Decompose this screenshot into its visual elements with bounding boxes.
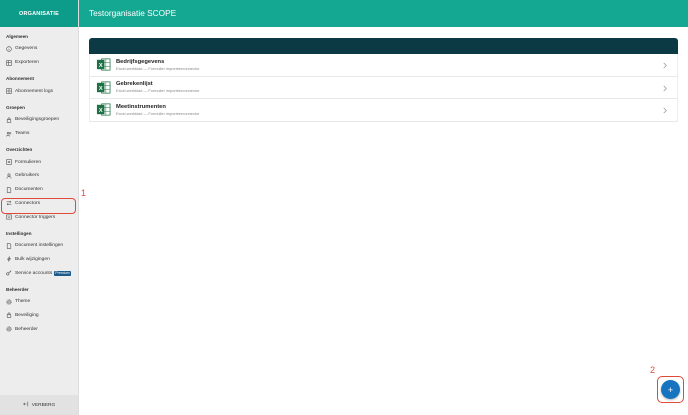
group-title: Abonnement: [6, 76, 35, 82]
document-icon: [6, 243, 12, 249]
group-title: Instellingen: [6, 230, 32, 236]
sidebar-item-label: Gebruikers: [15, 173, 39, 179]
connector-title: Meetinstrumenten: [116, 103, 166, 110]
plus-icon: +: [667, 384, 674, 395]
nav-group-beheerder: Beheerder Theme Beveiliging Beheerder: [0, 287, 78, 336]
group-title: Groepen: [6, 105, 25, 111]
sidebar-item-label: Beheerder: [15, 326, 38, 332]
sidebar-item-theme[interactable]: Theme: [6, 295, 78, 309]
premium-badge: Premium: [53, 270, 72, 276]
sidebar-item-label: Beveiliging: [15, 312, 39, 318]
add-connector-button[interactable]: +: [661, 380, 680, 399]
sidebar-item-beveiligingsgroepen[interactable]: Beveiligingsgroepen: [6, 113, 78, 127]
connector-title: Gebrekenlijst: [116, 81, 153, 88]
sidebar-item-label: Abonnement logs: [15, 88, 54, 94]
nav-group-algemeen: Algemeen Gegevens Exporteren: [0, 34, 78, 69]
chevron-right-icon: [663, 107, 667, 114]
sidebar-item-service-accounts[interactable]: Service accounts Premium: [6, 266, 78, 280]
excel-icon: X: [96, 81, 111, 94]
lock-icon: [6, 312, 12, 319]
sidebar-item-label: Connector triggers: [15, 214, 56, 220]
form-icon: [6, 159, 12, 165]
users-icon: [6, 131, 12, 137]
connector-list: X Bedrijfsgegevens Excel-werkblad — Form…: [89, 38, 678, 123]
sidebar-header-label: ORGANISATIE: [19, 10, 59, 17]
annotation-2: 2: [650, 365, 656, 375]
group-title: Algemeen: [6, 34, 28, 39]
sidebar-item-gegevens[interactable]: Gegevens: [6, 42, 78, 56]
sidebar-item-exporteren[interactable]: Exporteren: [6, 56, 78, 70]
excel-icon: X: [96, 58, 111, 71]
sidebar-item-beheerder[interactable]: Beheerder: [6, 322, 78, 336]
sidebar-item-label: Documenten: [15, 187, 43, 193]
sidebar-item-bulk-wijzigingen[interactable]: Bulk wijzigingen: [6, 253, 78, 267]
bolt-icon: [6, 256, 12, 263]
info-icon: [6, 46, 12, 52]
connector-subtitle: Excel-werkblad — Formulier importeerconn…: [116, 110, 200, 116]
lock-icon: [6, 117, 12, 123]
list-item[interactable]: X Gebrekenlijst Excel-werkblad — Formuli…: [89, 76, 678, 99]
connector-subtitle: Excel-werkblad — Formulier importeerconn…: [116, 88, 200, 94]
sidebar-header: ORGANISATIE: [0, 0, 78, 27]
nav-group-abonnement: Abonnement Abonnement logs: [0, 76, 78, 98]
nav-group-groepen: Groepen Beveiligingsgroepen Teams: [0, 105, 78, 140]
sidebar-item-label: Document instellingen: [15, 243, 64, 249]
sidebar-item-label: Theme: [15, 299, 31, 305]
chevron-right-icon: [663, 62, 667, 69]
table-icon: [6, 59, 12, 66]
sidebar-item-document-instellingen[interactable]: Document instellingen: [6, 239, 78, 253]
nav-group-instellingen: Instellingen Document instellingen Bulk …: [0, 231, 78, 280]
hide-sidebar-label: VERBERG: [31, 402, 56, 408]
sidebar-item-teams[interactable]: Teams: [6, 127, 78, 141]
connector-subtitle: Excel-werkblad — Formulier importeerconn…: [116, 65, 200, 71]
svg-text:X: X: [99, 86, 103, 92]
sidebar-item-abonnement-logs[interactable]: Abonnement logs: [6, 84, 78, 98]
sidebar-item-label: Beveiligingsgroepen: [15, 117, 60, 123]
excel-icon: X: [96, 103, 111, 116]
group-title: Beheerder: [6, 286, 29, 292]
svg-text:X: X: [99, 108, 103, 114]
sidebar-item-documenten[interactable]: Documenten: [6, 183, 78, 197]
chevron-right-icon: [663, 85, 667, 91]
sidebar-item-label: Exporteren: [15, 60, 39, 66]
gear-icon: [6, 299, 12, 305]
trigger-icon: [6, 214, 12, 220]
sidebar-item-label: Formulieren: [15, 159, 42, 165]
top-bar: Testorganisatie SCOPE: [79, 0, 688, 27]
sidebar-item-label: Service accounts: [15, 270, 53, 276]
user-icon: [6, 173, 12, 179]
sidebar-item-label: Teams: [15, 131, 30, 137]
sidebar-item-label: Gegevens: [15, 46, 38, 52]
connectors-highlight: [1, 198, 76, 214]
list-item[interactable]: X Meetinstrumenten Excel-werkblad — Form…: [89, 99, 678, 122]
hide-sidebar-button[interactable]: VERBERG: [0, 395, 78, 415]
list-header: [89, 38, 678, 54]
page-title: Testorganisatie SCOPE: [89, 8, 177, 18]
grid-icon: [6, 88, 12, 94]
sidebar-item-beveiliging[interactable]: Beveiliging: [6, 309, 78, 323]
collapse-icon: [22, 401, 32, 409]
connector-title: Bedrijfsgegevens: [116, 58, 165, 65]
annotation-1: 1: [81, 188, 87, 198]
sidebar-item-label: Bulk wijzigingen: [15, 256, 50, 262]
sidebar-item-formulieren[interactable]: Formulieren: [6, 155, 78, 169]
svg-text:X: X: [99, 63, 103, 69]
group-title: Overzichten: [6, 147, 33, 153]
key-icon: [6, 270, 12, 276]
gear-icon: [6, 326, 12, 332]
list-item[interactable]: X Bedrijfsgegevens Excel-werkblad — Form…: [89, 54, 678, 77]
sidebar-item-gebruikers[interactable]: Gebruikers: [6, 169, 78, 183]
document-icon: [6, 186, 12, 193]
